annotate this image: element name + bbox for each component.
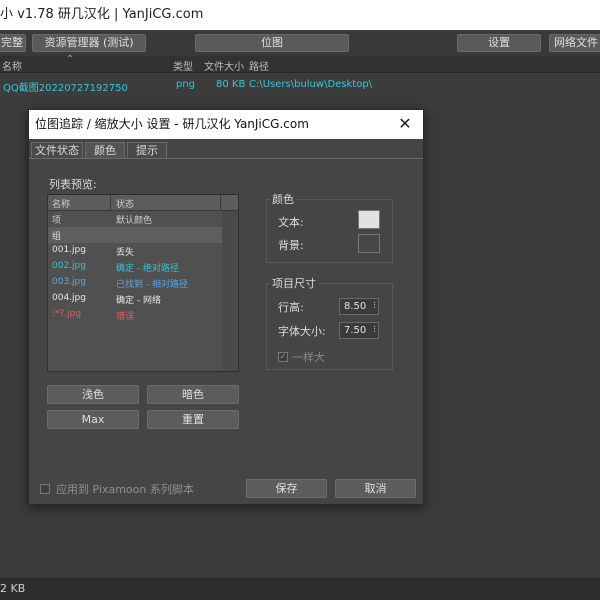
preview-row-status: 错误 — [116, 312, 135, 322]
preview-scrollbar[interactable] — [222, 211, 238, 371]
stepper-arrows-icon[interactable]: ⁝ — [373, 323, 376, 338]
preview-row-name: 001.jpg — [52, 245, 86, 255]
preview-row-name: 组 — [52, 232, 62, 242]
preview-header: 名称 状态 — [48, 195, 238, 211]
dialog-title: 位图追踪 / 缩放大小 设置 - 研几汉化 YanJiCG.com — [35, 117, 309, 131]
cancel-button[interactable]: 取消 — [335, 479, 416, 498]
max-theme-button[interactable]: Max — [47, 410, 139, 429]
toolbar: 完整 资源管理器 (测试) 位图 设置 网络文件 — [0, 30, 600, 56]
font-size-value: 7.50 — [344, 325, 367, 336]
tab-tips[interactable]: 提示 — [127, 142, 167, 159]
preview-row: 003.jpg 已找到 - 相对路径 — [48, 275, 222, 291]
color-group — [266, 199, 393, 263]
preview-row-name: 002.jpg — [52, 261, 86, 271]
status-text: 2 KB — [0, 582, 26, 595]
apply-pixamoon-checkbox[interactable] — [40, 484, 50, 494]
item-size-group-title: 项目尺寸 — [270, 275, 318, 291]
preview-row-name: 003.jpg — [52, 277, 86, 287]
row-height-value: 8.50 — [344, 301, 367, 312]
file-name: QQ截图20220727192750 — [3, 83, 128, 94]
tab-color[interactable]: 颜色 — [85, 142, 125, 159]
window-title-bar: 小 v1.78 研几汉化 | YanJiCG.com — [0, 0, 600, 30]
tab-file-status[interactable]: 文件状态 — [31, 142, 83, 159]
dark-theme-button[interactable]: 暗色 — [147, 385, 239, 404]
preview-column-name: 名称 — [52, 200, 71, 210]
apply-pixamoon-label: 应用到 Pixamoon 系列脚本 — [56, 483, 194, 496]
file-path: C:\Users\buluw\Desktop\ — [249, 79, 373, 90]
light-theme-button[interactable]: 浅色 — [47, 385, 139, 404]
preview-row: 002.jpg 确定 - 绝对路径 — [48, 259, 222, 275]
text-color-swatch[interactable] — [358, 210, 380, 229]
list-preview: 名称 状态 项默认颜色组 001.jpg 丢失 002.jpg 确定 - 绝对路径 003… — [47, 194, 239, 372]
close-icon[interactable]: ✕ — [395, 114, 415, 134]
preview-row: 004.jpg 确定 - 网络 — [48, 291, 222, 307]
tab-divider — [29, 158, 423, 159]
complete-button[interactable]: 完整 — [0, 34, 26, 52]
stepper-arrows-icon[interactable]: ⁝ — [373, 299, 376, 314]
preview-row-status: 确定 - 网络 — [116, 296, 161, 306]
file-type: png — [176, 79, 196, 90]
same-size-checkbox[interactable]: ✓ — [278, 352, 288, 362]
preview-row: 001.jpg 丢失 — [48, 243, 222, 259]
settings-dialog: 位图追踪 / 缩放大小 设置 - 研几汉化 YanJiCG.com ✕ 文件状态… — [28, 109, 424, 505]
background-color-label: 背景: — [278, 239, 304, 252]
network-files-button[interactable]: 网络文件 — [549, 34, 600, 52]
reset-button[interactable]: 重置 — [147, 410, 239, 429]
same-size-label: 一样大 — [292, 351, 325, 364]
table-row[interactable]: QQ截图20220727192750 png 80 KB C:\Users\bu… — [0, 76, 600, 94]
preview-row-status: 默认颜色 — [116, 216, 153, 226]
background-color-swatch[interactable] — [358, 234, 380, 253]
row-height-stepper[interactable]: 8.50 ⁝ — [339, 298, 379, 315]
preview-row-status: 已找到 - 相对路径 — [116, 280, 188, 290]
asset-manager-button[interactable]: 资源管理器 (测试) — [32, 34, 146, 52]
preview-row: :*?.jpg 错误 — [48, 307, 222, 323]
preview-group-row: 组 — [48, 227, 222, 243]
column-size[interactable]: 文件大小 — [204, 58, 244, 73]
preview-column-status: 状态 — [116, 200, 135, 210]
window-title: 小 v1.78 研几汉化 | YanJiCG.com — [0, 7, 204, 22]
font-size-label: 字体大小: — [278, 325, 326, 338]
save-button[interactable]: 保存 — [246, 479, 327, 498]
preview-row-status: 确定 - 绝对路径 — [116, 264, 179, 274]
column-path[interactable]: 路径 — [249, 58, 269, 73]
dialog-title-bar: 位图追踪 / 缩放大小 设置 - 研几汉化 YanJiCG.com — [29, 110, 423, 139]
font-size-stepper[interactable]: 7.50 ⁝ — [339, 322, 379, 339]
preview-row: 项 默认颜色 — [48, 211, 222, 227]
color-group-title: 颜色 — [270, 191, 296, 207]
sort-ascending-icon: ⌃ — [66, 54, 75, 65]
preview-row-status: 丢失 — [116, 248, 135, 258]
bitmap-button[interactable]: 位图 — [195, 34, 349, 52]
settings-button[interactable]: 设置 — [457, 34, 541, 52]
file-list-header: 名称 ⌃ 类型 文件大小 路径 — [0, 54, 600, 73]
file-size: 80 KB — [216, 79, 246, 90]
row-height-label: 行高: — [278, 301, 304, 314]
status-bar: 2 KB — [0, 578, 600, 600]
preview-row-name: :*?.jpg — [52, 309, 82, 319]
preview-row-name: 项 — [52, 216, 62, 226]
column-type[interactable]: 类型 — [173, 58, 193, 73]
column-name[interactable]: 名称 — [2, 58, 22, 73]
preview-row-name: 004.jpg — [52, 293, 86, 303]
text-color-label: 文本: — [278, 216, 304, 229]
list-preview-label: 列表预览: — [49, 178, 97, 191]
